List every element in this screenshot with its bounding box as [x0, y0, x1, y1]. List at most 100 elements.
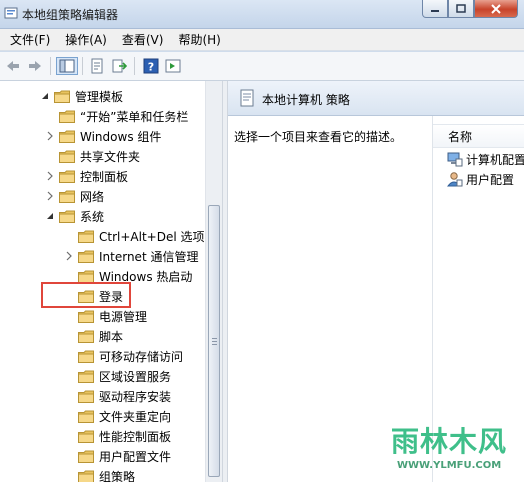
expand-arrow-icon: [47, 171, 53, 181]
maximize-button[interactable]: [448, 0, 474, 18]
tree-node-label: 可移动存储访问: [99, 349, 184, 364]
folder-icon: [78, 430, 94, 443]
close-button[interactable]: [474, 0, 518, 18]
tree-node[interactable]: Internet 通信管理: [64, 247, 198, 265]
folder-icon: [78, 270, 94, 283]
tree-node[interactable]: 文件夹重定向: [64, 407, 171, 425]
tree-expander[interactable]: [40, 91, 50, 101]
help-icon: ?: [143, 58, 159, 74]
tree-node-label: 组策略: [99, 469, 136, 482]
expand-arrow-icon: [47, 131, 53, 141]
tree-node-label: 脚本: [99, 329, 124, 344]
tree-node-label: 网络: [80, 189, 105, 204]
tree-node[interactable]: 共享文件夹: [45, 147, 140, 165]
tree-node[interactable]: Ctrl+Alt+Del 选项: [64, 227, 204, 245]
minimize-icon: [431, 9, 439, 12]
tree-node[interactable]: 组策略: [64, 467, 135, 482]
back-icon: [7, 61, 19, 71]
tree-scrollbar-thumb[interactable]: [208, 205, 220, 477]
tree-node[interactable]: 电源管理: [64, 307, 147, 325]
show-hide-tree-button[interactable]: [56, 57, 78, 75]
expand-arrow-icon: [47, 191, 53, 201]
user-config-icon: [447, 172, 463, 187]
tree-node[interactable]: 控制面板: [45, 167, 128, 185]
title-bar: 本地组策略编辑器: [0, 0, 524, 29]
forward-button[interactable]: [26, 57, 44, 75]
show-hide-tree-icon: [59, 59, 75, 73]
list-item-label: 计算机配置: [466, 152, 524, 167]
tree-node-label: 电源管理: [99, 309, 148, 324]
folder-icon: [54, 90, 70, 103]
maximize-icon: [456, 4, 466, 13]
tree-node[interactable]: 可移动存储访问: [64, 347, 183, 365]
tree-node[interactable]: “开始”菜单和任务栏: [45, 107, 188, 125]
list-item-computer-config[interactable]: 计算机配置: [447, 150, 524, 168]
tree-expander[interactable]: [45, 131, 55, 141]
list-item-user-config[interactable]: 用户配置: [447, 170, 514, 188]
tree-node-label: Ctrl+Alt+Del 选项: [99, 229, 205, 244]
menu-view[interactable]: 查看(V): [116, 31, 170, 48]
tree-expander[interactable]: [45, 211, 55, 221]
description-text: 选择一个项目来查看它的描述。: [234, 130, 403, 144]
tree-node[interactable]: 区域设置服务: [64, 367, 171, 385]
folder-icon: [59, 130, 75, 143]
menu-action[interactable]: 操作(A): [59, 31, 113, 48]
tree-node[interactable]: 管理模板: [40, 87, 123, 105]
tree-node[interactable]: 脚本: [64, 327, 123, 345]
right-header-title: 本地计算机 策略: [262, 93, 350, 107]
properties-button[interactable]: [88, 57, 106, 75]
tree-node-label: 驱动程序安装: [99, 389, 172, 404]
folder-icon: [78, 350, 94, 363]
tree-node-label: Internet 通信管理: [99, 249, 199, 264]
tree-node-label: 区域设置服务: [99, 369, 172, 384]
tree-expander[interactable]: [45, 171, 55, 181]
properties-icon: [91, 58, 103, 74]
tree-node[interactable]: 网络: [45, 187, 104, 205]
column-header-name[interactable]: 名称: [433, 124, 524, 148]
folder-icon: [59, 150, 75, 163]
tree-node-label: 控制面板: [80, 169, 129, 184]
tree-node[interactable]: 系统: [45, 207, 104, 225]
collapse-arrow-icon: [47, 213, 53, 219]
export-list-icon: [112, 59, 127, 73]
folder-icon: [78, 230, 94, 243]
tree-node-label: 管理模板: [75, 89, 124, 104]
expand-arrow-icon: [66, 251, 72, 261]
close-icon: [491, 3, 501, 14]
tree-node[interactable]: 性能控制面板: [64, 427, 171, 445]
show-action-pane-button[interactable]: [164, 57, 182, 75]
folder-icon: [78, 370, 94, 383]
tree-node-label: 性能控制面板: [99, 429, 172, 444]
menu-bar: 文件(F) 操作(A) 查看(V) 帮助(H): [0, 29, 524, 51]
list-item-label: 用户配置: [466, 172, 515, 187]
show-action-pane-icon: [165, 59, 181, 73]
tree-node[interactable]: 用户配置文件: [64, 447, 171, 465]
folder-icon: [59, 110, 75, 123]
tree-expander[interactable]: [45, 191, 55, 201]
folder-icon: [59, 210, 75, 223]
tree-node-label: 用户配置文件: [99, 449, 172, 464]
tree-node-label: 文件夹重定向: [99, 409, 172, 424]
collapse-arrow-icon: [42, 93, 48, 99]
folder-icon: [78, 390, 94, 403]
computer-config-icon: [447, 152, 463, 167]
help-button[interactable]: ?: [142, 57, 160, 75]
group-policy-editor-icon: [4, 7, 18, 19]
tree-node[interactable]: 驱动程序安装: [64, 387, 171, 405]
export-list-button[interactable]: [110, 57, 128, 75]
menu-help[interactable]: 帮助(H): [172, 31, 226, 48]
tree-node-label: 系统: [80, 209, 105, 224]
folder-icon: [78, 470, 94, 482]
minimize-button[interactable]: [422, 0, 448, 18]
window-title: 本地组策略编辑器: [22, 8, 119, 22]
tree-node[interactable]: Windows 组件: [45, 127, 161, 145]
menu-file[interactable]: 文件(F): [4, 31, 56, 48]
folder-icon: [59, 170, 75, 183]
folder-icon: [78, 250, 94, 263]
watermark-logo: 雨林木风 WWW.YLMFU.COM: [387, 414, 517, 476]
tree-expander[interactable]: [64, 251, 74, 261]
watermark-main: 雨林木风: [391, 425, 508, 458]
tree-scrollbar[interactable]: [205, 81, 222, 482]
folder-icon: [78, 410, 94, 423]
back-button[interactable]: [4, 57, 22, 75]
